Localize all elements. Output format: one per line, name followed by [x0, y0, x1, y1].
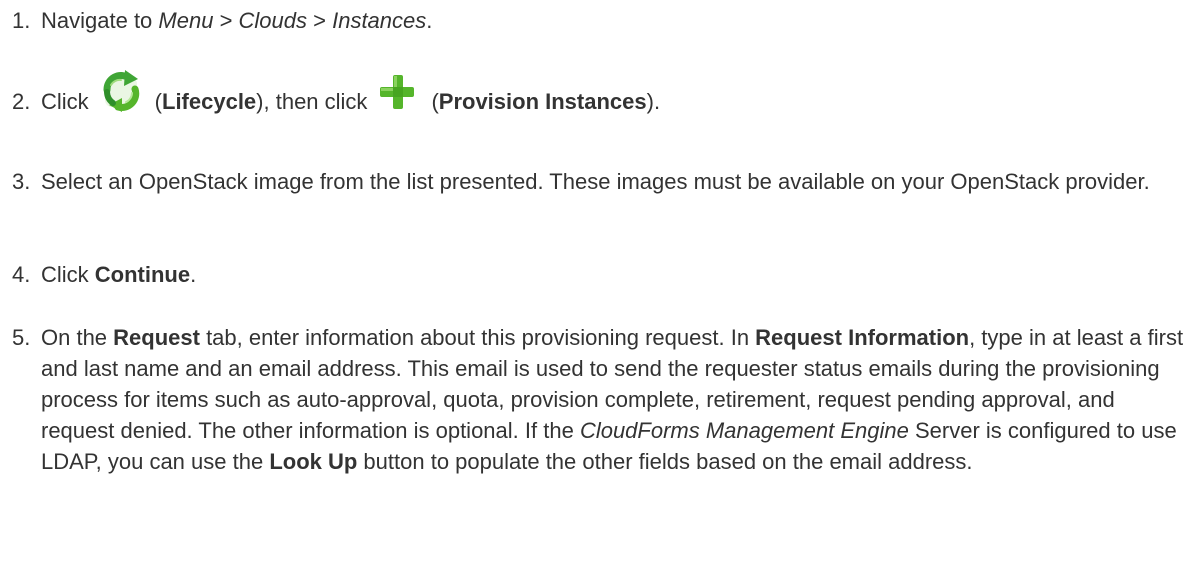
step-text: Click (Lifecycle), then click (Provision…: [41, 70, 1190, 117]
step-number: 5.: [12, 325, 31, 350]
step-text: Navigate to Menu > Clouds > Instances.: [41, 5, 1190, 36]
paren-open: (: [431, 89, 439, 114]
step-text: On the Request tab, enter information ab…: [41, 322, 1190, 477]
step-body-text: button to populate the other fields base…: [357, 449, 973, 474]
step-body-text: tab, enter information about this provis…: [199, 325, 756, 350]
step-text: Click Continue.: [41, 259, 1190, 290]
step-1: 1. Navigate to Menu > Clouds > Instances…: [0, 5, 1190, 36]
step-number: 3.: [12, 169, 31, 194]
step-3: 3. Select an OpenStack image from the li…: [0, 166, 1190, 197]
provision-instances-label: Provision Instances: [438, 89, 647, 114]
lifecycle-label: Lifecycle: [162, 89, 257, 114]
navigate-prefix: Navigate to: [41, 8, 159, 33]
menu-path-clouds: Clouds: [238, 8, 308, 33]
continue-label: Continue: [94, 262, 191, 287]
step-number: 2.: [12, 89, 31, 114]
paren-close: ).: [646, 89, 661, 114]
request-information-label: Request Information: [755, 325, 970, 350]
paren-open: (: [154, 89, 162, 114]
plus-icon: [377, 72, 417, 112]
step-text: Select an OpenStack image from the list …: [41, 169, 1150, 194]
menu-path-instances: Instances: [332, 8, 427, 33]
step-5: 5. On the Request tab, enter information…: [0, 322, 1190, 477]
path-separator: >: [213, 8, 239, 33]
step-number: 1.: [12, 8, 31, 33]
menu-path-menu: Menu: [158, 8, 214, 33]
step-2: 2. Click (Lifecycle), then click (Provis…: [0, 70, 1190, 117]
click-prefix: Click: [41, 89, 89, 114]
request-tab-label: Request: [113, 325, 200, 350]
recycle-icon: [99, 69, 143, 113]
on-the-text: On the: [41, 325, 114, 350]
step-number: 4.: [12, 262, 31, 287]
click-prefix: Click: [41, 262, 95, 287]
step-4: 4. Click Continue.: [0, 259, 1190, 290]
sentence-end: .: [190, 262, 197, 287]
path-separator: >: [307, 8, 333, 33]
product-name: CloudForms Management Engine: [579, 418, 909, 443]
look-up-button-label: Look Up: [269, 449, 358, 474]
then-click-text: ), then click: [256, 89, 368, 114]
sentence-end: .: [426, 8, 433, 33]
